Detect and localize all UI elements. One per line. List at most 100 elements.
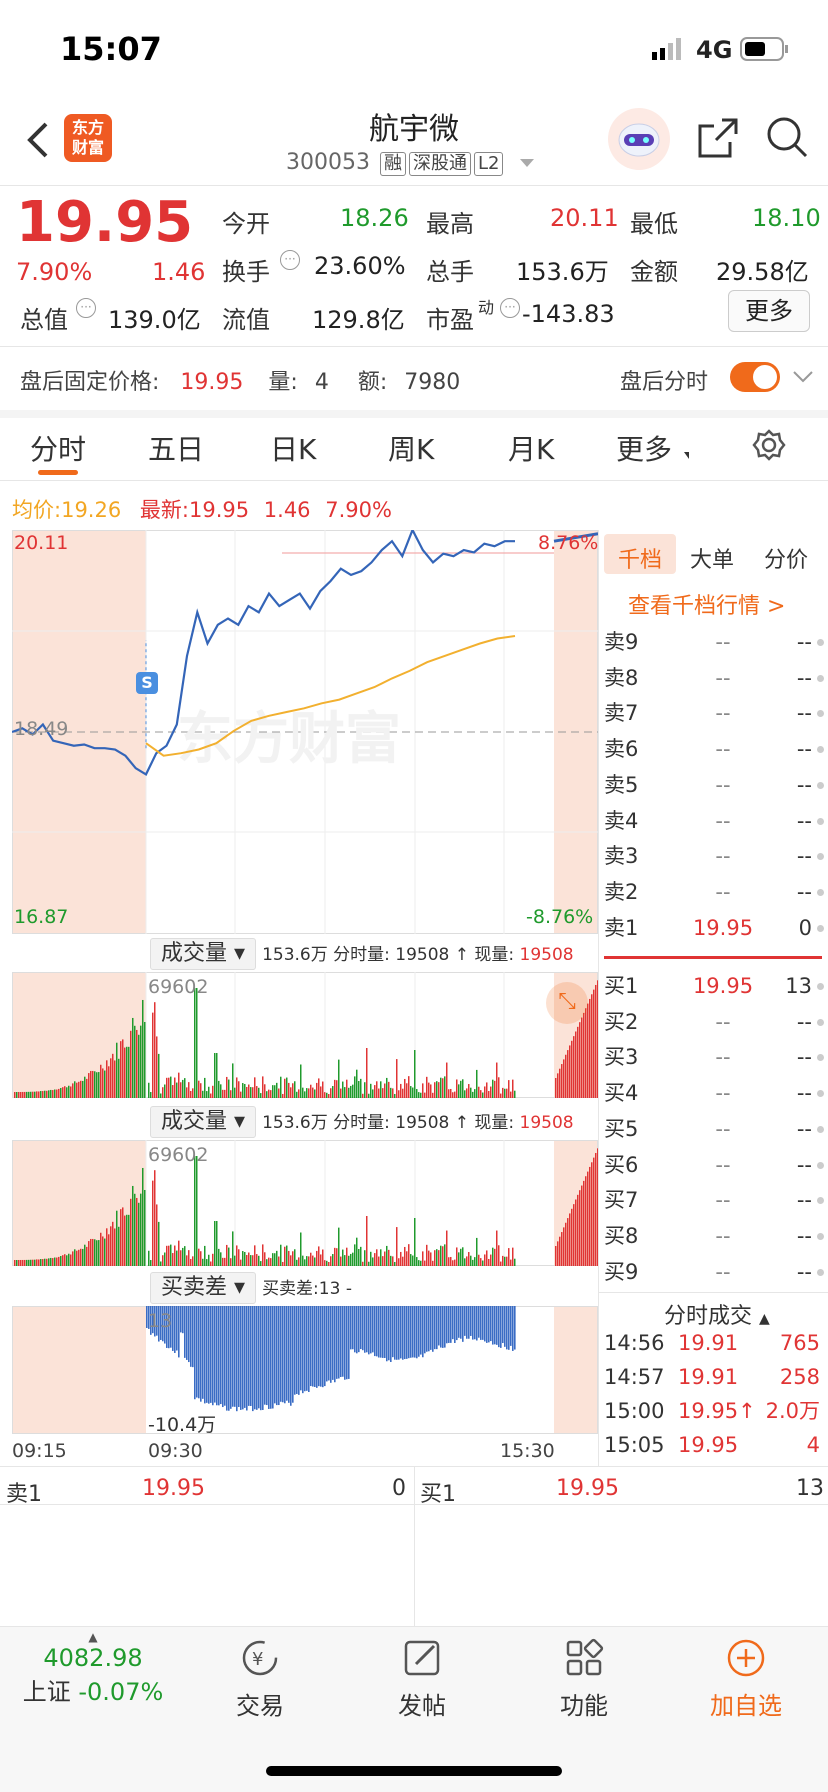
tab-daily-k[interactable]: 日K (270, 428, 316, 468)
buy-level-row[interactable]: 买8 -- -- (604, 1218, 824, 1254)
buy-level-row[interactable]: 买6 -- -- (604, 1147, 824, 1183)
level-dot-icon (817, 674, 824, 682)
trade-button[interactable]: ¥ 交易 (200, 1636, 320, 1721)
tab-intraday[interactable]: 分时 (30, 428, 86, 468)
tab-monthly-k[interactable]: 月K (508, 428, 554, 468)
volume-bar (565, 1222, 567, 1266)
sell-level-row[interactable]: 卖9 -- -- (604, 624, 824, 660)
sell-level-row[interactable]: 卖5 -- -- (604, 767, 824, 803)
avg-label: 均价: (12, 498, 62, 522)
expand-icon[interactable]: ⤡ (546, 982, 588, 1024)
level-price: -- (715, 1152, 731, 1177)
tab-weekly-k[interactable]: 周K (388, 428, 434, 468)
gear-icon[interactable] (752, 428, 786, 462)
book-detail-link[interactable]: 查看千档行情 > (628, 588, 785, 620)
stock-code-row[interactable]: 300053 融深股通 L2 (286, 150, 535, 176)
volume-bar (30, 1091, 32, 1098)
buy-level-row[interactable]: 买5 -- -- (604, 1111, 824, 1147)
volume-bar (242, 1251, 244, 1266)
add-watchlist-button[interactable]: 加自选 (686, 1636, 806, 1721)
info-icon[interactable]: ··· (280, 250, 300, 270)
sell-level-row[interactable]: 卖1 19.95 0 (604, 910, 824, 946)
buy-level-row[interactable]: 买7 -- -- (604, 1182, 824, 1218)
diff-bar (460, 1306, 462, 1339)
diff-bar (448, 1306, 450, 1343)
volume-bar (496, 1230, 498, 1266)
diff-bar (212, 1306, 214, 1406)
level-dot-icon (817, 1125, 824, 1133)
volume-selector-2[interactable]: 成交量 ▾ (150, 1106, 257, 1138)
volume-bar (164, 1252, 166, 1266)
volume-bar (587, 1171, 589, 1266)
afterhours-toggle[interactable] (730, 362, 780, 392)
volume-bar (450, 1088, 452, 1098)
buy-level-row[interactable]: 买1 19.95 13 (604, 968, 824, 1004)
more-button[interactable]: 更多 (728, 290, 810, 332)
volume-bar (286, 1245, 288, 1266)
change-amount: 1.46 (152, 258, 206, 286)
search-icon[interactable] (764, 114, 810, 160)
tab-five-day[interactable]: 五日 (148, 428, 204, 468)
high-value: 20.11 (550, 204, 619, 232)
sell-level-row[interactable]: 卖6 -- -- (604, 731, 824, 767)
tick-qty: 765 (779, 1331, 820, 1355)
info-icon[interactable]: ··· (500, 298, 520, 318)
sell-level-row[interactable]: 卖7 -- -- (604, 695, 824, 731)
sell-level-row[interactable]: 卖8 -- -- (604, 660, 824, 696)
volume-bar (46, 1090, 48, 1098)
volume-bar (68, 1085, 70, 1098)
volume-bar (194, 988, 196, 1098)
intraday-chart[interactable]: 东方财富 (12, 530, 598, 934)
robot-assistant-icon[interactable] (608, 108, 670, 170)
diff-bar (490, 1306, 492, 1342)
info-icon[interactable]: ··· (76, 298, 96, 318)
volume-bar (222, 1089, 224, 1098)
sell-level-row[interactable]: 卖4 -- -- (604, 803, 824, 839)
volume-bar (44, 1090, 46, 1098)
index-widget[interactable]: ▲ 4082.98 上证 -0.07% (18, 1630, 168, 1707)
svg-text:¥: ¥ (252, 1649, 263, 1670)
book-tab-price[interactable]: 分价 (764, 542, 808, 574)
volume-bar (581, 1185, 583, 1266)
level1-buy-price: 19.95 (556, 1476, 619, 1501)
volume-bar (438, 1250, 440, 1266)
volume-bar (62, 1255, 64, 1266)
diff-bar (300, 1306, 302, 1391)
afterhours-price: 19.95 (180, 370, 244, 395)
diff-bar (194, 1306, 196, 1400)
tab-more[interactable]: 更多 (616, 428, 672, 468)
level-price: 19.95 (692, 974, 754, 998)
volume-current: 19508 (519, 945, 574, 965)
stock-code: 300053 (286, 150, 370, 175)
volume-bar (280, 1076, 282, 1098)
volume-bar (120, 1041, 122, 1098)
volume-bar (384, 1083, 386, 1098)
tag-margin: 融 (379, 152, 406, 176)
share-icon[interactable] (696, 116, 740, 160)
functions-button[interactable]: 功能 (524, 1636, 644, 1721)
buy-level-row[interactable]: 买4 -- -- (604, 1075, 824, 1111)
volume-bar (362, 1093, 364, 1098)
post-button[interactable]: 发帖 (362, 1636, 482, 1721)
book-tab-bigorder[interactable]: 大单 (690, 542, 734, 574)
volume-bar (414, 1218, 416, 1266)
volume-bar (400, 1083, 402, 1098)
volume-bar (502, 1255, 504, 1266)
sell-level-row[interactable]: 卖3 -- -- (604, 838, 824, 874)
buy-level-row[interactable]: 买9 -- -- (604, 1254, 824, 1290)
buy-level-row[interactable]: 买3 -- -- (604, 1039, 824, 1075)
book-tab-level[interactable]: 千档 (618, 542, 662, 574)
volume-selector[interactable]: 成交量 ▾ (150, 938, 257, 970)
diff-bar (350, 1306, 352, 1350)
volume-bar (168, 1077, 170, 1098)
signal-marker[interactable]: S (136, 672, 158, 694)
volume-bar (260, 1093, 262, 1098)
volume-bar (204, 1077, 206, 1098)
afterhours-label: 盘后固定价格: (20, 370, 160, 395)
diff-selector[interactable]: 买卖差 ▾ (150, 1272, 257, 1304)
chevron-down-icon[interactable] (792, 368, 814, 386)
buy-level-row[interactable]: 买2 -- -- (604, 1004, 824, 1040)
sell-level-row[interactable]: 卖2 -- -- (604, 874, 824, 910)
volume-bar (464, 1258, 466, 1266)
diff-bar (336, 1306, 338, 1379)
